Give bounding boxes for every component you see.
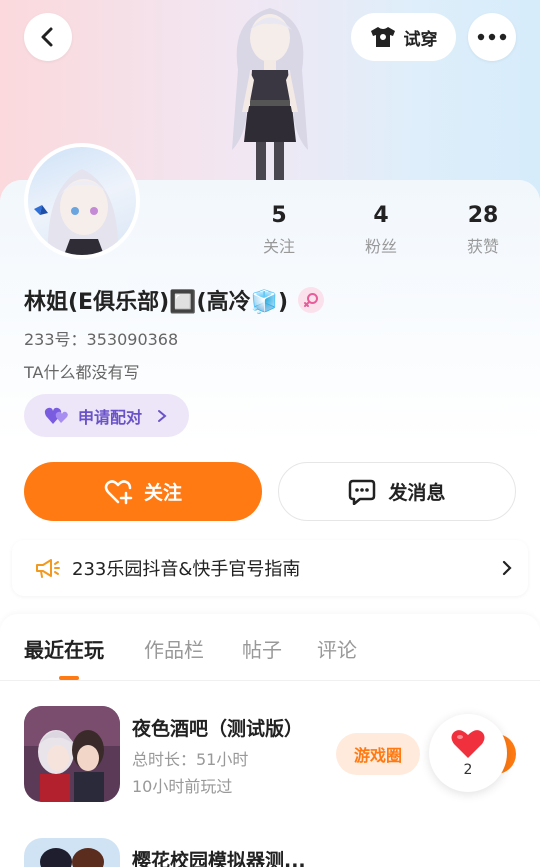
like-count: 2 [463, 762, 473, 778]
avatar-portrait [28, 147, 136, 255]
game-cover-art [24, 706, 120, 802]
stat-fans[interactable]: 4 粉丝 [341, 200, 421, 260]
avatar-portrait-art [34, 169, 119, 255]
double-heart-icon [44, 407, 68, 424]
chevron-right-icon [158, 409, 167, 422]
like-widget[interactable]: 2 [429, 714, 507, 792]
game-last-played: 10小时前玩过 [132, 777, 233, 796]
follow-button[interactable]: 关注 [24, 462, 262, 521]
game-circle-button[interactable]: 游戏圈 [336, 733, 420, 775]
follow-label: 关注 [143, 482, 182, 504]
stat-likes-label: 获赞 [466, 237, 499, 256]
avatar-character-figure[interactable] [210, 0, 330, 182]
send-message-label: 发消息 [388, 482, 446, 504]
back-button[interactable] [24, 13, 72, 61]
game-playtime: 总时长：51小时 [132, 750, 249, 769]
try-on-label: 试穿 [403, 29, 438, 50]
more-options-button[interactable] [468, 13, 516, 61]
apply-pair-label: 申请配对 [78, 407, 143, 427]
game-cover-art [24, 838, 120, 867]
game-icon[interactable] [24, 838, 120, 867]
heart-plus-icon [104, 479, 133, 504]
chevron-left-icon [41, 27, 53, 47]
female-icon [298, 287, 325, 313]
stat-likes[interactable]: 28 获赞 [443, 200, 523, 260]
announcement-text: 233乐园抖音&快手官号指南 [72, 559, 301, 580]
game-title[interactable]: 樱花校园模拟器测... [132, 846, 306, 867]
profile-avatar[interactable] [24, 143, 140, 259]
stat-fans-count: 4 [373, 203, 389, 228]
try-on-button[interactable]: 试穿 [351, 13, 456, 61]
user-name: 林姐(E俱乐部)🔲(高冷🧊) [24, 290, 289, 315]
game-icon[interactable] [24, 706, 120, 802]
announcement-banner[interactable]: 233乐园抖音&快手官号指南 [12, 540, 528, 596]
user-bio: TA什么都没有写 [24, 363, 140, 382]
stat-fans-label: 粉丝 [364, 237, 397, 256]
apply-pair-button[interactable]: 申请配对 [24, 394, 189, 437]
tshirt-icon [370, 27, 395, 47]
tab-posts[interactable]: 帖子 [242, 634, 282, 663]
stat-likes-count: 28 [467, 203, 499, 228]
heart-icon [451, 730, 485, 758]
user-id: 233号：353090368 [24, 330, 179, 349]
stat-following[interactable]: 5 关注 [239, 200, 319, 260]
game-title[interactable]: 夜色酒吧（测试版） [132, 714, 303, 741]
tab-works[interactable]: 作品栏 [144, 634, 204, 663]
stat-following-label: 关注 [262, 237, 295, 256]
tab-recently-played[interactable]: 最近在玩 [24, 634, 104, 663]
name-row: 林姐(E俱乐部)🔲(高冷🧊) [24, 284, 325, 316]
stat-following-count: 5 [271, 203, 287, 228]
tab-comments[interactable]: 评论 [317, 634, 357, 663]
send-message-button[interactable]: 发消息 [278, 462, 516, 521]
megaphone-icon [36, 559, 60, 578]
tabs-divider [0, 680, 540, 681]
more-dots-icon [477, 33, 507, 41]
chevron-right-icon [502, 560, 512, 576]
chat-bubble-icon [349, 479, 376, 505]
